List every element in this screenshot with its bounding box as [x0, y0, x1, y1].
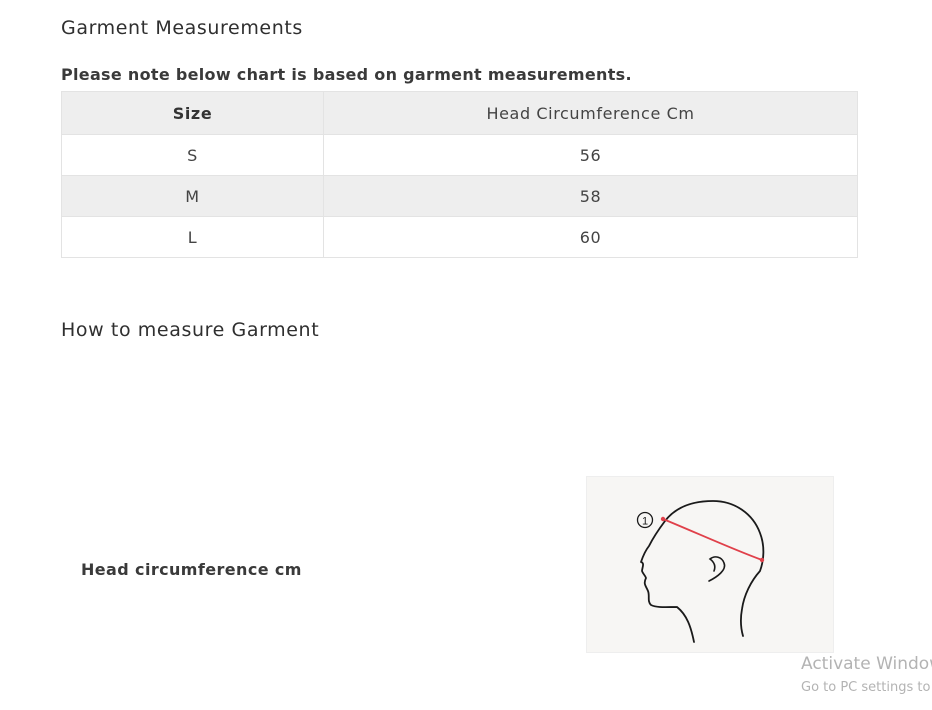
head-circumference-label: Head circumference cm — [81, 560, 302, 579]
chart-note: Please note below chart is based on garm… — [61, 65, 632, 84]
size-cell: L — [61, 216, 324, 258]
size-cell: M — [61, 175, 324, 217]
header-size: Size — [61, 91, 324, 135]
size-cell: S — [61, 134, 324, 176]
size-chart-table: Size Head Circumference Cm S 56 M 58 L 6… — [61, 91, 858, 258]
head-circumference-cell: 56 — [323, 134, 858, 176]
head-circumference-cell: 58 — [323, 175, 858, 217]
head-circumference-cell: 60 — [323, 216, 858, 258]
garment-measurements-heading: Garment Measurements — [61, 17, 303, 39]
how-to-measure-heading: How to measure Garment — [61, 319, 320, 341]
header-head-circumference: Head Circumference Cm — [323, 91, 858, 135]
page: Garment Measurements Please note below c… — [0, 0, 932, 710]
table-header-row: Size Head Circumference Cm — [61, 91, 858, 135]
activate-windows-watermark: Activate Windows — [801, 654, 932, 674]
table-row: M 58 — [61, 175, 858, 217]
table-row: L 60 — [61, 216, 858, 258]
head-measurement-illustration: 1 — [586, 476, 834, 653]
activate-windows-subtext: Go to PC settings to activate Windows. — [801, 680, 932, 695]
table-row: S 56 — [61, 134, 858, 176]
head-profile-icon: 1 — [636, 500, 765, 643]
svg-text:1: 1 — [642, 516, 648, 528]
